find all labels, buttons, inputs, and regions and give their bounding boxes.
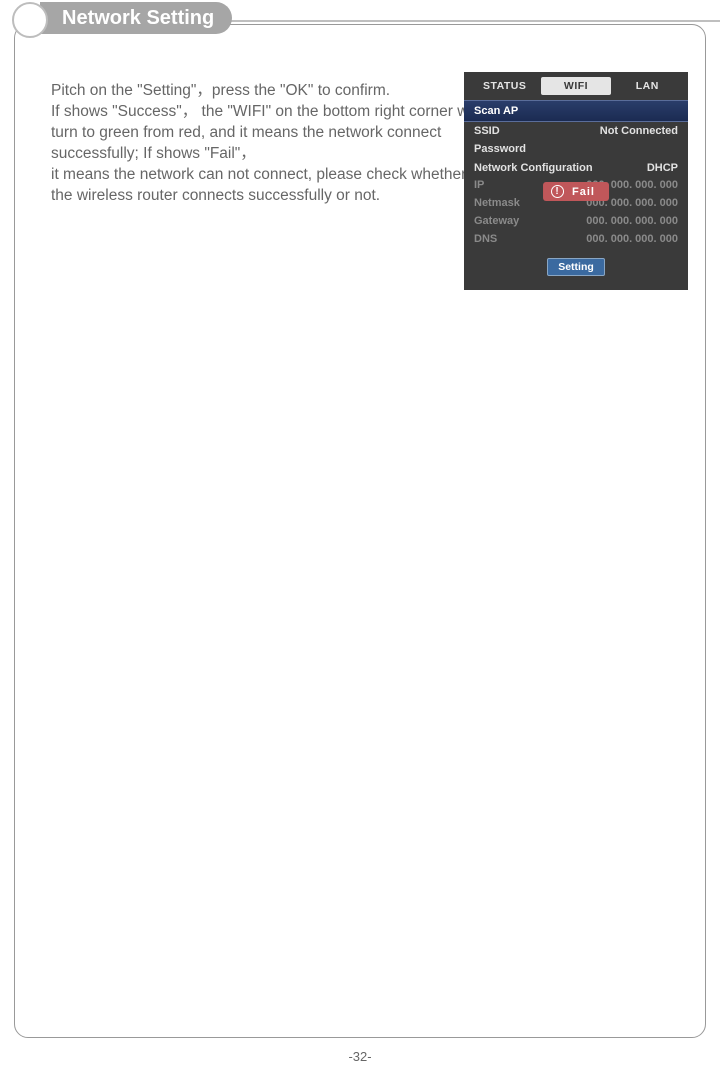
network-config-value: DHCP (647, 162, 678, 174)
network-panel: STATUS WIFI LAN Scan AP SSID Not Connect… (464, 72, 688, 290)
ssid-label: SSID (474, 125, 500, 137)
netmask-label: Netmask (474, 197, 520, 209)
password-label: Password (474, 143, 526, 155)
header-circle-decor (12, 2, 48, 38)
instruction-text: Pitch on the "Setting"，press the "OK" to… (51, 81, 481, 207)
gateway-row: Gateway 000. 000. 000. 000 (464, 212, 688, 230)
panel-tabs: STATUS WIFI LAN (464, 72, 688, 100)
page-title: Network Setting (40, 2, 232, 34)
ip-label: IP (474, 179, 484, 191)
gateway-label: Gateway (474, 215, 519, 227)
dns-row: DNS 000. 000. 000. 000 (464, 230, 688, 248)
ssid-row: SSID Not Connected (464, 122, 688, 140)
tab-lan[interactable]: LAN (613, 77, 682, 95)
setting-button[interactable]: Setting (547, 258, 605, 276)
network-config-label: Network Configuration (474, 162, 593, 174)
password-row: Password (464, 140, 688, 158)
gateway-value: 000. 000. 000. 000 (586, 215, 678, 227)
ssid-value: Not Connected (600, 125, 678, 137)
dns-value: 000. 000. 000. 000 (586, 233, 678, 245)
fail-toast: ! Fail (543, 182, 609, 201)
tab-status[interactable]: STATUS (470, 77, 539, 95)
network-config-row: Network Configuration DHCP (464, 158, 688, 176)
dns-label: DNS (474, 233, 497, 245)
alert-icon: ! (551, 185, 564, 198)
scan-ap-button[interactable]: Scan AP (464, 100, 688, 122)
fail-label: Fail (572, 186, 595, 198)
page-number: -32- (0, 1049, 720, 1064)
tab-wifi[interactable]: WIFI (541, 77, 610, 95)
address-rows: ! Fail IP 000. 000. 000. 000 Netmask 000… (464, 176, 688, 248)
